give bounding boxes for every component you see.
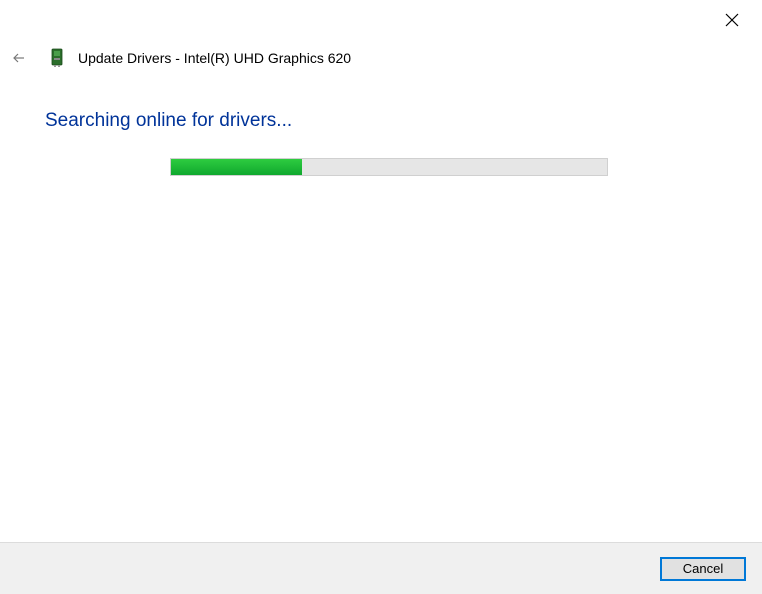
window-title: Update Drivers - Intel(R) UHD Graphics 6… [78,50,351,66]
header-row: Update Drivers - Intel(R) UHD Graphics 6… [10,48,752,68]
progress-fill [171,159,302,175]
close-icon [725,13,739,27]
close-button[interactable] [722,10,742,30]
status-heading: Searching online for drivers... [45,110,292,132]
back-arrow-icon [12,51,26,65]
back-button[interactable] [10,49,28,67]
cancel-button[interactable]: Cancel [660,557,746,581]
graphics-card-icon [50,48,64,68]
progress-bar [170,158,608,176]
footer-bar: Cancel [0,542,762,594]
